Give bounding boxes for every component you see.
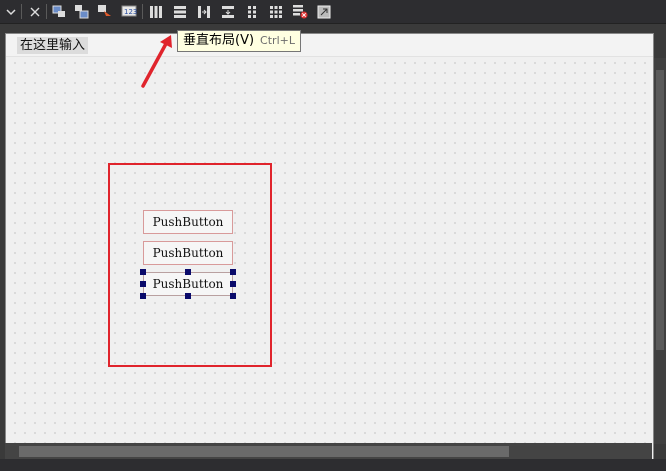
selection-handle[interactable]: [140, 281, 146, 287]
edit-tab-order-icon[interactable]: 123: [120, 3, 137, 20]
svg-text:123: 123: [124, 8, 137, 16]
selection-handle[interactable]: [230, 281, 236, 287]
vertical-layout-tooltip: 垂直布局(V) Ctrl+L: [177, 30, 301, 52]
vertical-layout-icon[interactable]: [171, 3, 188, 20]
selection-handle[interactable]: [185, 293, 191, 299]
design-canvas: 在这里输入 PushButton PushButton PushButton: [0, 24, 666, 471]
push-button-1[interactable]: PushButton: [143, 210, 233, 234]
selection-handle[interactable]: [140, 293, 146, 299]
annotation-arrow: [141, 35, 172, 88]
selection-handle[interactable]: [230, 269, 236, 275]
break-layout-icon[interactable]: [291, 3, 308, 20]
push-button-2[interactable]: PushButton: [143, 241, 233, 265]
edit-signals-icon[interactable]: [73, 3, 90, 20]
bottom-panel-strip: [0, 459, 666, 471]
edit-widgets-icon[interactable]: [51, 3, 68, 20]
form-widget[interactable]: 在这里输入 PushButton PushButton PushButton: [5, 33, 654, 469]
designer-toolbar: 123: [0, 0, 666, 24]
vertical-scrollbar-thumb[interactable]: [656, 70, 664, 350]
horizontal-scrollbar-thumb[interactable]: [19, 446, 509, 457]
edit-buddies-icon[interactable]: [96, 3, 113, 20]
menu-type-here-placeholder[interactable]: 在这里输入: [17, 37, 89, 54]
grid-layout-icon[interactable]: [267, 3, 284, 20]
selection-handle[interactable]: [185, 269, 191, 275]
adjust-size-icon[interactable]: [315, 3, 332, 20]
selection-handle[interactable]: [230, 293, 236, 299]
selection-handle[interactable]: [140, 269, 146, 275]
close-icon[interactable]: [26, 3, 43, 20]
vertical-scrollbar[interactable]: [654, 58, 666, 444]
horizontal-layout-icon[interactable]: [147, 3, 164, 20]
tooltip-label: 垂直布局(V): [183, 33, 255, 48]
horizontal-scrollbar[interactable]: [5, 443, 652, 460]
annotation-highlight-box: [108, 163, 272, 367]
dropdown-icon[interactable]: [2, 3, 19, 20]
menu-bar: 在这里输入: [6, 34, 653, 57]
horizontal-splitter-icon[interactable]: [195, 3, 212, 20]
tooltip-shortcut: Ctrl+L: [260, 34, 295, 47]
vertical-splitter-icon[interactable]: [219, 3, 236, 20]
form-layout-icon[interactable]: [243, 3, 260, 20]
